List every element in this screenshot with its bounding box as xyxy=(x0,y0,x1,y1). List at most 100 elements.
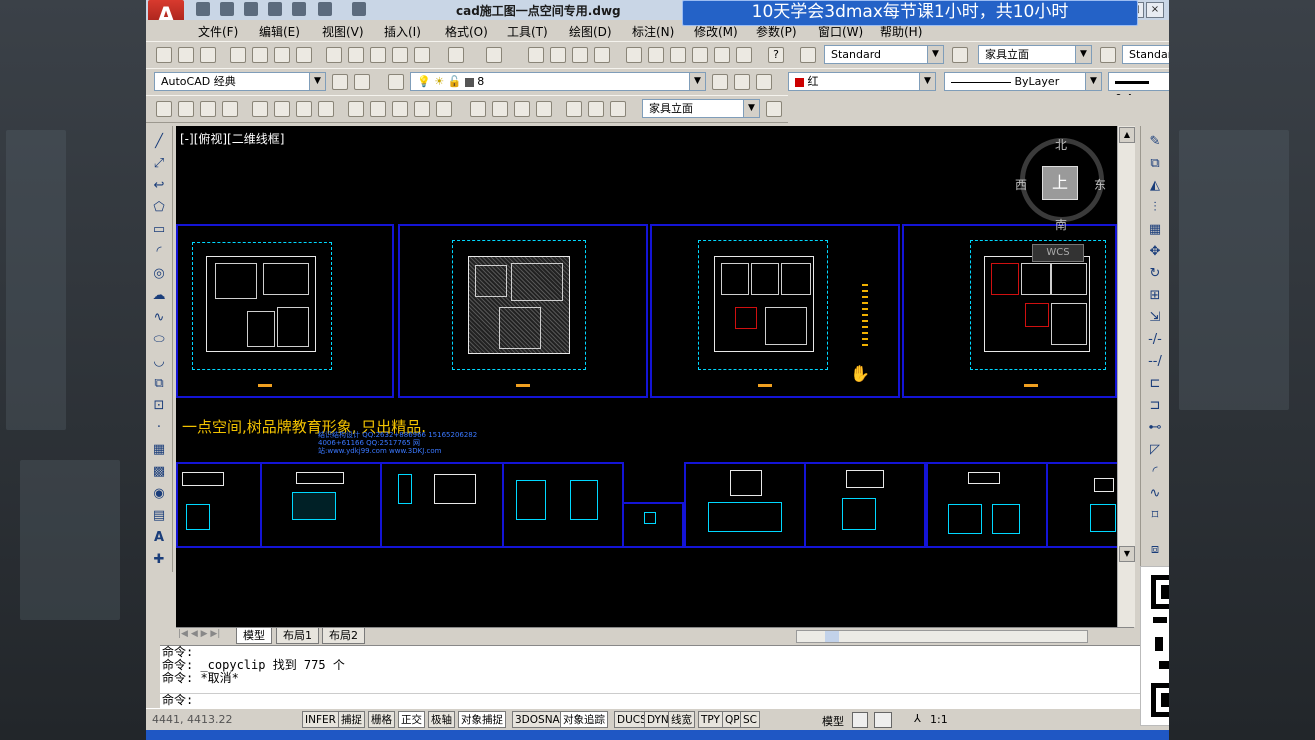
infer-toggle[interactable]: INFER xyxy=(302,711,339,728)
chamfer-icon[interactable]: ◸ xyxy=(1147,442,1163,458)
menu-view[interactable]: 视图(V) xyxy=(322,23,364,40)
rectangle-icon[interactable]: ▭ xyxy=(151,222,167,238)
pan-icon[interactable] xyxy=(528,47,544,63)
viewcube-west[interactable]: 西 xyxy=(1015,176,1027,193)
drawing-canvas[interactable]: [-][俯视][二维线框] 一点空间,树品牌教育形象, 只出精品. 结识结构设计… xyxy=(176,126,1117,627)
lineweight-toggle[interactable]: 线宽 xyxy=(668,711,695,728)
continue-dim-icon[interactable] xyxy=(392,101,408,117)
make-block-icon[interactable]: ⊡ xyxy=(151,398,167,414)
menu-format[interactable]: 格式(O) xyxy=(445,23,488,40)
open-icon[interactable] xyxy=(220,2,234,16)
sc-toggle[interactable]: SC xyxy=(740,711,760,728)
model-space-label[interactable]: 模型 xyxy=(822,713,844,729)
quick-dim-icon[interactable] xyxy=(348,101,364,117)
layer-on-icon[interactable]: 💡 xyxy=(417,75,431,88)
properties-icon[interactable] xyxy=(626,47,642,63)
layer-freeze-icon[interactable]: ☀ xyxy=(434,75,444,88)
open-icon[interactable] xyxy=(178,47,194,63)
3d-dwf-icon[interactable] xyxy=(296,47,312,63)
redo-icon[interactable] xyxy=(486,47,502,63)
undo-icon[interactable] xyxy=(318,2,332,16)
menu-draw[interactable]: 绘图(D) xyxy=(569,23,612,40)
array-icon[interactable]: ▦ xyxy=(1147,222,1163,238)
print-icon[interactable] xyxy=(230,47,246,63)
linetype-select[interactable]: ByLayer ▼ xyxy=(944,72,1102,91)
workspace-select[interactable]: AutoCAD 经典 ▼ xyxy=(154,72,326,91)
join-icon[interactable]: ⊷ xyxy=(1147,420,1163,436)
viewcube-east[interactable]: 东 xyxy=(1094,176,1106,193)
publish-icon[interactable] xyxy=(274,47,290,63)
chevron-down-icon[interactable]: ▼ xyxy=(1085,73,1101,90)
revision-cloud-icon[interactable]: ☁ xyxy=(151,288,167,304)
tab-layout2[interactable]: 布局2 xyxy=(322,628,365,644)
dim-space-icon[interactable] xyxy=(414,101,430,117)
vertical-scrollbar[interactable]: ▲ ▼ xyxy=(1117,126,1135,627)
otrack-toggle[interactable]: 对象追踪 xyxy=(560,711,608,728)
dim-style-manager-icon[interactable] xyxy=(766,101,782,117)
calculator-icon[interactable] xyxy=(736,47,752,63)
layer-select[interactable]: 💡 ☀ 🔓 8 ▼ xyxy=(410,72,706,91)
multiline-text-icon[interactable]: A xyxy=(151,530,167,546)
break-at-point-icon[interactable]: ⊏ xyxy=(1147,376,1163,392)
grid-toggle[interactable]: 栅格 xyxy=(368,711,395,728)
layer-manager-icon[interactable] xyxy=(388,74,404,90)
offset-icon[interactable]: ⫶ xyxy=(1147,200,1163,216)
new-icon[interactable] xyxy=(196,2,210,16)
inspection-icon[interactable] xyxy=(514,101,530,117)
menu-edit[interactable]: 编辑(E) xyxy=(259,23,300,40)
copy-icon[interactable] xyxy=(348,47,364,63)
ortho-toggle[interactable]: 正交 xyxy=(398,711,425,728)
text-style-select[interactable]: Standard ▼ xyxy=(824,45,944,64)
line-icon[interactable]: ╱ xyxy=(151,134,167,150)
table-icon[interactable]: ▤ xyxy=(151,508,167,524)
zoom-window-icon[interactable] xyxy=(572,47,588,63)
arc-icon[interactable]: ◜ xyxy=(151,244,167,260)
command-input[interactable]: 命令: xyxy=(160,693,1146,707)
diameter-dim-icon[interactable] xyxy=(296,101,312,117)
fillet-icon[interactable]: ◜ xyxy=(1147,464,1163,480)
quick-view-layouts-icon[interactable] xyxy=(852,712,868,728)
redo-icon[interactable] xyxy=(352,2,366,16)
chevron-down-icon[interactable]: ▼ xyxy=(743,100,759,117)
coordinate-readout[interactable]: 4441, 4413.22 xyxy=(152,713,232,726)
snap-toggle[interactable]: 捕捉 xyxy=(338,711,365,728)
circle-icon[interactable]: ◎ xyxy=(151,266,167,282)
chevron-down-icon[interactable]: ▼ xyxy=(927,46,943,63)
make-current-layer-icon[interactable] xyxy=(712,74,728,90)
cut-icon[interactable] xyxy=(326,47,342,63)
blend-curves-icon[interactable]: ∿ xyxy=(1147,486,1163,502)
ordinate-dim-icon[interactable] xyxy=(222,101,238,117)
menu-tools[interactable]: 工具(T) xyxy=(507,23,548,40)
layer-state-icon[interactable] xyxy=(756,74,772,90)
angular-dim-icon[interactable] xyxy=(318,101,334,117)
arc-length-icon[interactable] xyxy=(200,101,216,117)
dim-update-icon[interactable] xyxy=(610,101,626,117)
design-center-icon[interactable] xyxy=(648,47,664,63)
horizontal-scrollbar[interactable] xyxy=(796,630,1088,643)
erase-icon[interactable]: ✎ xyxy=(1147,134,1163,150)
extend-icon[interactable]: --/ xyxy=(1147,354,1163,370)
tab-model[interactable]: 模型 xyxy=(236,628,272,644)
zoom-realtime-icon[interactable] xyxy=(550,47,566,63)
layer-previous-icon[interactable] xyxy=(734,74,750,90)
horizontal-scroll-thumb[interactable] xyxy=(825,631,839,642)
polyline-icon[interactable]: ↩ xyxy=(151,178,167,194)
insert-block-icon[interactable]: ⧉ xyxy=(151,376,167,392)
layer-states-icon[interactable]: ⧈ xyxy=(1147,542,1163,558)
gradient-icon[interactable]: ▩ xyxy=(151,464,167,480)
dim-break-icon[interactable] xyxy=(436,101,452,117)
scale-icon[interactable]: ⊞ xyxy=(1147,288,1163,304)
annotation-scale-icon[interactable]: ⅄ xyxy=(914,712,921,725)
block-editor-icon[interactable] xyxy=(414,47,430,63)
jogged-linear-icon[interactable] xyxy=(536,101,552,117)
baseline-dim-icon[interactable] xyxy=(370,101,386,117)
new-icon[interactable] xyxy=(156,47,172,63)
scroll-up-icon[interactable]: ▲ xyxy=(1119,127,1135,143)
spline-icon[interactable]: ∿ xyxy=(151,310,167,326)
zoom-previous-icon[interactable] xyxy=(594,47,610,63)
linear-dim-icon[interactable] xyxy=(156,101,172,117)
workspace-settings-icon[interactable] xyxy=(332,74,348,90)
save-icon[interactable] xyxy=(244,2,258,16)
tpy-toggle[interactable]: TPY xyxy=(698,711,723,728)
hatch-icon[interactable]: ▦ xyxy=(151,442,167,458)
